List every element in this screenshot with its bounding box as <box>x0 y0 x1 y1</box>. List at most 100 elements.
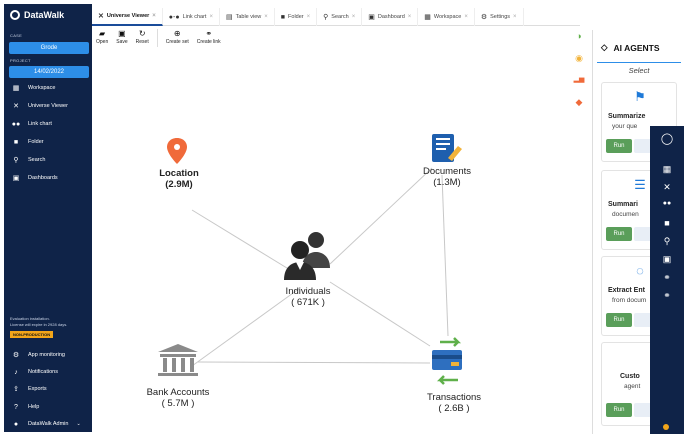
create-set-button[interactable]: ⊕ Create set <box>166 29 189 47</box>
sidebar-item-dashboards[interactable]: ▣ Dashboards <box>12 174 58 182</box>
dashboard-icon[interactable]: ▣ <box>650 254 684 265</box>
ai-select-label: Select <box>628 66 650 75</box>
tab-search[interactable]: ⚲ Search × <box>317 8 363 26</box>
location-pin-icon <box>167 138 187 164</box>
sidebar-item-label: Search <box>28 157 46 163</box>
tab-table-view[interactable]: ▤ Table view × <box>220 8 275 26</box>
tab-bar: ✕ Universe Viewer × ●-● Link chart × ▤ T… <box>92 8 580 26</box>
node-location[interactable]: Location (2.9M) <box>159 168 199 190</box>
gem-icon: ◇ <box>601 42 608 52</box>
universe-icon[interactable]: ✕ <box>650 182 684 193</box>
folder-icon[interactable]: ■ <box>650 218 684 228</box>
tab-label: Workspace <box>433 14 462 20</box>
node-bank-accounts[interactable]: Bank Accounts ( 5.7M ) <box>147 387 210 409</box>
app-window: DataWalk CASE Grode PROJECT 14/02/2022 ▦… <box>0 0 684 434</box>
sidebar-item-user[interactable]: ● DataWalk Admin ⌄ <box>12 420 81 428</box>
close-icon[interactable]: × <box>209 14 213 20</box>
grid-icon[interactable]: ▦ <box>650 164 684 175</box>
close-icon[interactable]: × <box>513 14 517 20</box>
universe-canvas[interactable]: Location (2.9M) Documents (1.3M) Individ… <box>92 50 568 432</box>
project-selector[interactable]: 14/02/2022 <box>9 66 89 78</box>
eye-icon[interactable]: ◉ <box>573 52 585 64</box>
open-button[interactable]: ▰ Open <box>96 29 108 47</box>
license-notice: Evaluation installation. License will ex… <box>10 316 90 327</box>
sidebar-item-label: Notifications <box>28 369 58 375</box>
sidebar-item-universe-viewer[interactable]: ✕ Universe Viewer <box>12 102 68 110</box>
card-subtitle: your que <box>612 123 638 130</box>
sidebar-item-link-chart[interactable]: ●● Link chart <box>12 120 52 128</box>
link-chart-icon: ●-● <box>168 13 180 21</box>
close-icon[interactable]: × <box>307 14 311 20</box>
node-name: Documents <box>422 166 472 177</box>
contrast-icon[interactable]: ◑ <box>573 30 585 42</box>
bell-icon: ♪ <box>14 368 18 376</box>
sidebar-item-workspace[interactable]: ▦ Workspace <box>12 84 56 92</box>
node-transactions[interactable]: Transactions ( 2.6B ) <box>427 392 481 414</box>
run-button[interactable]: Run <box>606 313 632 327</box>
node-name: Individuals <box>285 286 331 297</box>
node-documents[interactable]: Documents (1.3M) <box>423 166 471 188</box>
tab-folder[interactable]: ■ Folder × <box>275 8 318 26</box>
link-icon[interactable]: ⚭ <box>650 272 684 283</box>
tab-label: Settings <box>490 14 511 20</box>
panel-switcher: ◑ ◉ ▂▅ ◆ <box>570 30 590 120</box>
grid-icon: ▦ <box>424 14 431 21</box>
ai-panel-header: ◇ AI AGENTS <box>601 42 660 53</box>
tab-link-chart[interactable]: ●-● Link chart × <box>163 8 220 26</box>
tab-settings[interactable]: ⚙ Settings × <box>475 8 524 26</box>
link-chart-icon[interactable]: ●● <box>650 200 684 207</box>
close-icon[interactable]: × <box>152 13 156 19</box>
sidebar-item-help[interactable]: ? Help <box>12 403 39 411</box>
save-button[interactable]: ▣ Save <box>116 29 127 47</box>
create-link-icon: ⚭ <box>205 29 213 38</box>
node-name: Location <box>159 168 199 179</box>
sidebar-item-label: Dashboards <box>28 175 58 181</box>
reset-icon: ↻ <box>138 29 146 38</box>
tab-universe-viewer[interactable]: ✕ Universe Viewer × <box>92 8 163 26</box>
create-link-button[interactable]: ⚭ Create link <box>197 29 221 47</box>
app-logo[interactable]: DataWalk <box>10 10 64 20</box>
node-count: ( 2.6B ) <box>438 403 470 414</box>
logo-icon <box>10 10 20 20</box>
sidebar-item-label: Exports <box>28 386 47 392</box>
sidebar-item-folder[interactable]: ■ Folder <box>12 138 44 146</box>
search-icon[interactable]: ⚲ <box>650 236 684 247</box>
link-icon[interactable]: ⚭ <box>650 290 684 301</box>
universe-icon: ✕ <box>98 13 104 20</box>
sidebar-item-search[interactable]: ⚲ Search <box>12 156 45 164</box>
sidebar-item-exports[interactable]: ⇪ Exports <box>12 385 47 393</box>
card-title: Extract Ent <box>608 287 645 294</box>
tab-dashboard[interactable]: ▣ Dashboard × <box>362 8 419 26</box>
close-icon[interactable]: × <box>352 14 356 20</box>
close-icon[interactable]: × <box>464 14 468 20</box>
run-button[interactable]: Run <box>606 403 632 417</box>
summarize-icon: ⚑ <box>634 89 646 104</box>
tab-label: Table view <box>235 14 262 20</box>
node-name: Transactions <box>426 392 482 403</box>
sidebar-item-label: DataWalk Admin <box>28 421 69 427</box>
sidebar-item-label: Folder <box>28 139 44 145</box>
sidebar-item-notifications[interactable]: ♪ Notifications <box>12 368 58 376</box>
tab-workspace[interactable]: ▦ Workspace × <box>418 8 475 26</box>
dashboard-icon: ▣ <box>12 175 20 182</box>
help-icon: ? <box>14 403 18 411</box>
save-label: Save <box>116 39 128 45</box>
bar-chart-icon[interactable]: ▂▅ <box>573 74 585 86</box>
sidebar-item-app-monitoring[interactable]: ⚙ App monitoring <box>12 351 65 359</box>
bank-icon <box>158 344 198 376</box>
logo-icon[interactable]: ◯ <box>650 132 684 145</box>
eval-line-2: License will expire in 2928 days. <box>10 321 68 327</box>
export-icon: ⇪ <box>13 386 19 393</box>
close-icon[interactable]: × <box>408 14 412 20</box>
reset-button[interactable]: ↻ Reset <box>136 29 149 47</box>
ai-gem-icon[interactable]: ◆ <box>573 96 585 108</box>
node-individuals[interactable]: Individuals ( 671K ) <box>286 286 331 308</box>
case-selector[interactable]: Grode <box>9 42 89 54</box>
edge-bank-individuals <box>191 287 301 367</box>
run-button[interactable]: Run <box>606 227 632 241</box>
node-count: (1.3M) <box>433 177 461 188</box>
run-button[interactable]: Run <box>606 139 632 153</box>
card-subtitle: documen <box>612 211 639 218</box>
close-icon[interactable]: × <box>264 14 268 20</box>
toolbar: ▰ Open ▣ Save ↻ Reset ⊕ Create set ⚭ Cre… <box>96 29 221 47</box>
